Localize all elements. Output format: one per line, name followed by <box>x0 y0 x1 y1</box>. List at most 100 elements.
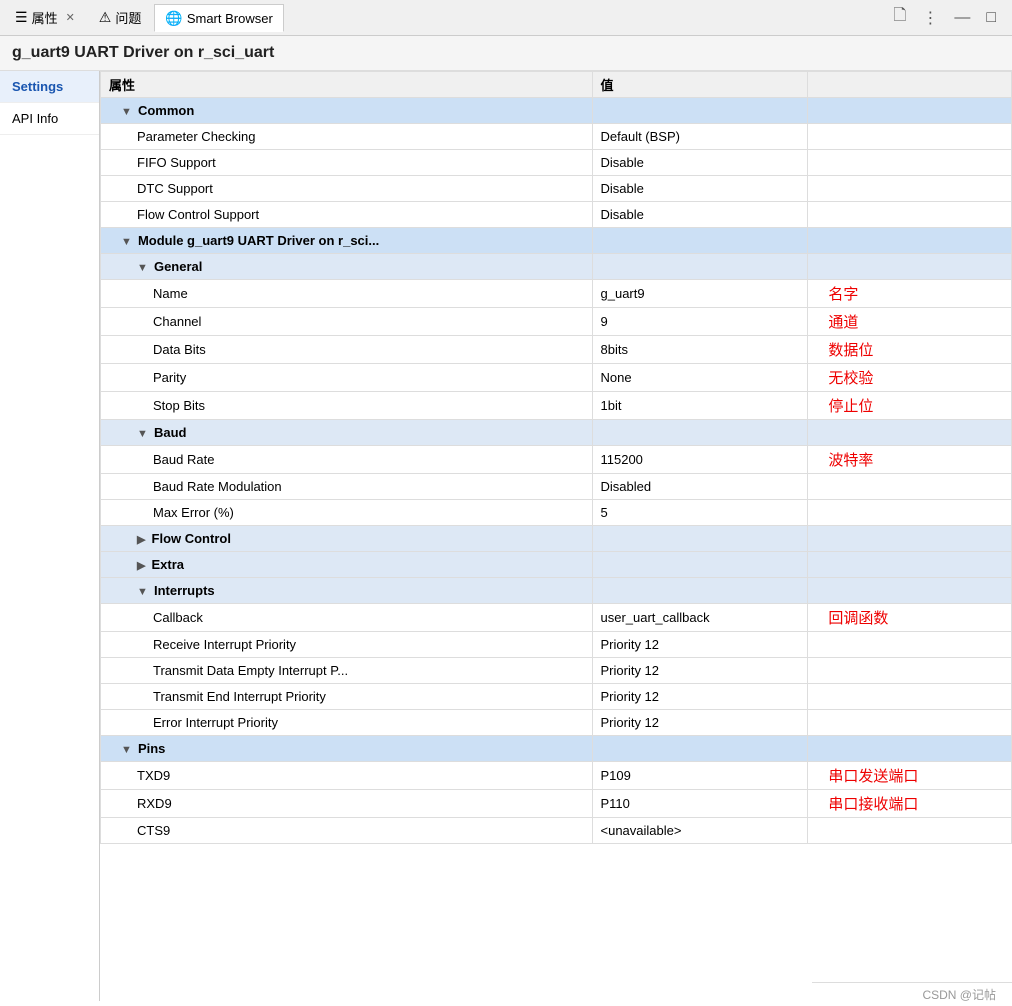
property-cell: ▶ Flow Control <box>101 526 593 552</box>
table-row[interactable]: Max Error (%)5 <box>101 500 1012 526</box>
table-row[interactable]: FIFO SupportDisable <box>101 150 1012 176</box>
table-row[interactable]: Channel9通道 <box>101 308 1012 336</box>
collapse-arrow[interactable]: ▶ <box>137 560 149 572</box>
property-cell: ▼ General <box>101 254 593 280</box>
table-row[interactable]: ▼ Interrupts <box>101 578 1012 604</box>
value-cell: Priority 12 <box>592 710 808 736</box>
collapse-arrow[interactable]: ▼ <box>137 586 151 598</box>
annotation-cell: 通道 <box>808 308 1012 336</box>
annotation-cell <box>808 632 1012 658</box>
table-row[interactable]: RXD9P110串口接收端口 <box>101 790 1012 818</box>
value-cell: 5 <box>592 500 808 526</box>
property-cell: ▼ Interrupts <box>101 578 593 604</box>
property-cell: Baud Rate Modulation <box>101 474 593 500</box>
sidebar-item-apiinfo[interactable]: API Info <box>0 103 99 135</box>
tab-smartbrowser[interactable]: 🌐 Smart Browser <box>154 4 283 32</box>
value-cell: user_uart_callback <box>592 604 808 632</box>
table-row[interactable]: Flow Control SupportDisable <box>101 202 1012 228</box>
annotation-cell: 停止位 <box>808 392 1012 420</box>
tab-bar: ☰ 属性 ✕ ⚠ 问题 🌐 Smart Browser 🗋 ⋮ — □ <box>0 0 1012 36</box>
content-area[interactable]: 属性 值 ▼ CommonParameter CheckingDefault (… <box>100 71 1012 1001</box>
property-cell: ▶ Extra <box>101 552 593 578</box>
table-row[interactable]: ParityNone无校验 <box>101 364 1012 392</box>
value-cell: 8bits <box>592 336 808 364</box>
value-cell <box>592 420 808 446</box>
property-cell: Callback <box>101 604 593 632</box>
table-row[interactable]: Transmit End Interrupt PriorityPriority … <box>101 684 1012 710</box>
property-cell: CTS9 <box>101 818 593 844</box>
sidebar-item-settings[interactable]: Settings <box>0 71 99 103</box>
table-row[interactable]: ▼ Pins <box>101 736 1012 762</box>
table-row[interactable]: Receive Interrupt PriorityPriority 12 <box>101 632 1012 658</box>
value-cell: None <box>592 364 808 392</box>
value-cell: 115200 <box>592 446 808 474</box>
property-cell: Name <box>101 280 593 308</box>
collapse-arrow[interactable]: ▼ <box>121 106 135 118</box>
table-row[interactable]: ▶ Flow Control <box>101 526 1012 552</box>
table-row[interactable]: Transmit Data Empty Interrupt P...Priori… <box>101 658 1012 684</box>
value-cell: Disable <box>592 150 808 176</box>
annotation-cell <box>808 578 1012 604</box>
annotation-cell <box>808 420 1012 446</box>
table-row[interactable]: Parameter CheckingDefault (BSP) <box>101 124 1012 150</box>
minimize-button[interactable]: — <box>950 7 974 29</box>
property-cell: Receive Interrupt Priority <box>101 632 593 658</box>
collapse-arrow[interactable]: ▼ <box>121 236 135 248</box>
collapse-arrow[interactable]: ▼ <box>121 744 135 756</box>
more-options-button[interactable]: ⋮ <box>918 6 942 30</box>
table-row[interactable]: DTC SupportDisable <box>101 176 1012 202</box>
property-cell: ▼ Pins <box>101 736 593 762</box>
property-cell: Stop Bits <box>101 392 593 420</box>
annotation-cell <box>808 228 1012 254</box>
tab-problems-label: 问题 <box>115 8 141 27</box>
table-row[interactable]: Callbackuser_uart_callback回调函数 <box>101 604 1012 632</box>
table-row[interactable]: Nameg_uart9名字 <box>101 280 1012 308</box>
table-row[interactable]: Baud Rate115200波特率 <box>101 446 1012 474</box>
value-cell: Disable <box>592 176 808 202</box>
table-row[interactable]: ▼ Common <box>101 98 1012 124</box>
collapse-arrow[interactable]: ▼ <box>137 262 151 274</box>
annotation-cell <box>808 98 1012 124</box>
table-row[interactable]: Baud Rate ModulationDisabled <box>101 474 1012 500</box>
annotation-cell <box>808 124 1012 150</box>
properties-icon: ☰ <box>15 9 28 26</box>
table-row[interactable]: Data Bits8bits数据位 <box>101 336 1012 364</box>
value-cell: Priority 12 <box>592 658 808 684</box>
property-cell: TXD9 <box>101 762 593 790</box>
annotation-cell: 数据位 <box>808 336 1012 364</box>
table-row[interactable]: ▶ Extra <box>101 552 1012 578</box>
property-cell: ▼ Module g_uart9 UART Driver on r_sci... <box>101 228 593 254</box>
maximize-button[interactable]: □ <box>982 7 1000 29</box>
table-row[interactable]: TXD9P109串口发送端口 <box>101 762 1012 790</box>
property-cell: Parameter Checking <box>101 124 593 150</box>
annotation-cell <box>808 684 1012 710</box>
problems-icon: ⚠ <box>99 9 112 26</box>
collapse-arrow[interactable]: ▼ <box>137 428 151 440</box>
toolbar-right: 🗋 ⋮ — □ <box>889 2 1008 33</box>
value-cell <box>592 254 808 280</box>
table-row[interactable]: ▼ General <box>101 254 1012 280</box>
table-row[interactable]: ▼ Module g_uart9 UART Driver on r_sci... <box>101 228 1012 254</box>
tab-properties-close[interactable]: ✕ <box>66 11 75 24</box>
table-row[interactable]: Error Interrupt PriorityPriority 12 <box>101 710 1012 736</box>
annotation-cell <box>808 500 1012 526</box>
value-cell <box>592 526 808 552</box>
annotation-cell <box>808 818 1012 844</box>
property-cell: DTC Support <box>101 176 593 202</box>
tab-problems[interactable]: ⚠ 问题 <box>88 4 153 32</box>
table-row[interactable]: Stop Bits1bit停止位 <box>101 392 1012 420</box>
tab-properties-label: 属性 <box>32 8 58 27</box>
tab-properties[interactable]: ☰ 属性 ✕ <box>4 4 86 32</box>
property-cell: Transmit End Interrupt Priority <box>101 684 593 710</box>
property-cell: Transmit Data Empty Interrupt P... <box>101 658 593 684</box>
table-row[interactable]: CTS9<unavailable> <box>101 818 1012 844</box>
annotation-cell <box>808 176 1012 202</box>
table-header: 属性 值 <box>101 72 1012 98</box>
property-cell: Error Interrupt Priority <box>101 710 593 736</box>
new-window-button[interactable]: 🗋 <box>889 2 910 33</box>
annotation-cell <box>808 658 1012 684</box>
table-row[interactable]: ▼ Baud <box>101 420 1012 446</box>
collapse-arrow[interactable]: ▶ <box>137 534 149 546</box>
annotation-cell <box>808 736 1012 762</box>
annotation-cell <box>808 552 1012 578</box>
